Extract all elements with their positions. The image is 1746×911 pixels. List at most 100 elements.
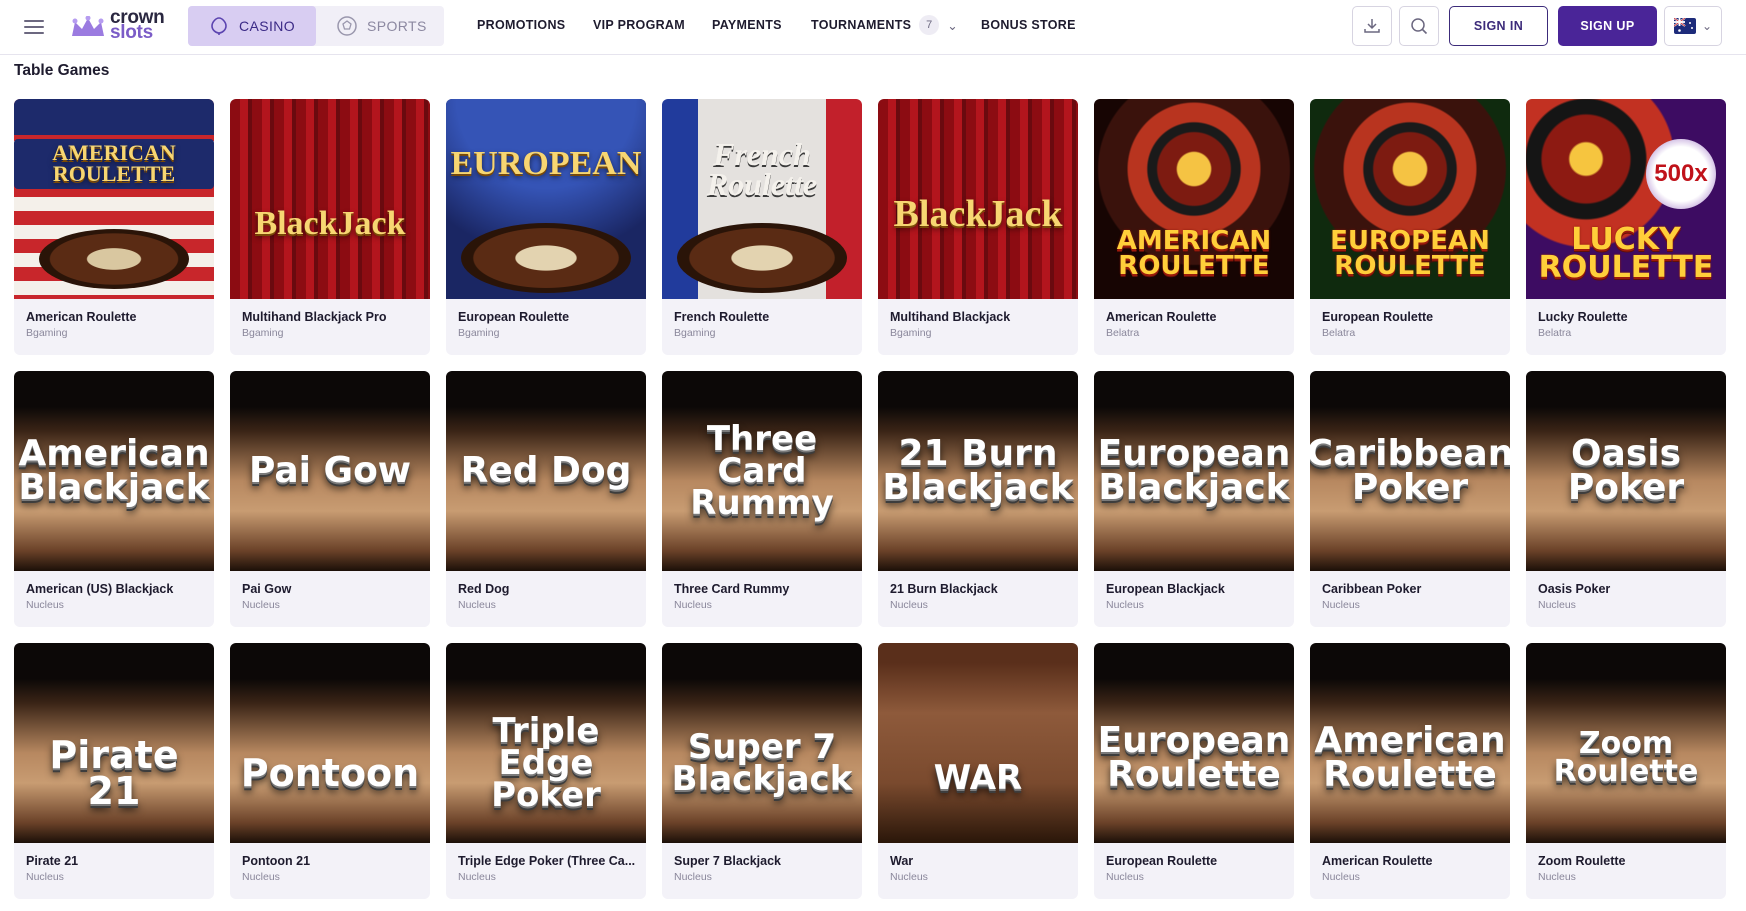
game-thumbnail[interactable]: French Roulette [662, 99, 862, 299]
game-provider: Nucleus [1322, 599, 1360, 611]
game-art-text: AMERICAN ROULETTE [14, 139, 214, 189]
site-logo[interactable]: crown slots [70, 8, 175, 44]
menu-icon[interactable] [22, 16, 46, 38]
game-provider: Nucleus [26, 599, 64, 611]
game-card[interactable]: Triple Edge Poker Triple Edge Poker (Thr… [446, 643, 646, 899]
search-icon [1411, 18, 1428, 35]
game-card[interactable]: BlackJack Multihand Blackjack Bgaming [878, 99, 1078, 355]
game-thumbnail[interactable]: American Roulette [1310, 643, 1510, 843]
game-card[interactable]: AMERICAN ROULETTE American Roulette Bela… [1094, 99, 1294, 355]
game-card[interactable]: Pirate 21 Pirate 21 Nucleus [14, 643, 214, 899]
game-art-text: Pontoon [240, 750, 420, 795]
game-card[interactable]: Zoom Roulette Zoom Roulette Nucleus [1526, 643, 1726, 899]
game-card[interactable]: American Roulette American Roulette Nucl… [1310, 643, 1510, 899]
game-card[interactable]: Caribbean Poker Caribbean Poker Nucleus [1310, 371, 1510, 627]
game-thumbnail[interactable]: American Blackjack [14, 371, 214, 571]
game-name: 21 Burn Blackjack [890, 582, 998, 596]
game-name: Pirate 21 [26, 854, 79, 868]
game-thumbnail[interactable]: BlackJack [230, 99, 430, 299]
game-thumbnail[interactable]: Super 7 Blackjack [662, 643, 862, 843]
game-name: American Roulette [1106, 310, 1217, 324]
game-card[interactable]: Pai Gow Pai Gow Nucleus [230, 371, 430, 627]
logo-text: crown slots [110, 8, 165, 42]
game-name: European Roulette [1106, 854, 1218, 868]
game-provider: Belatra [1538, 327, 1572, 339]
download-button[interactable] [1352, 6, 1392, 46]
nav-promotions[interactable]: PROMOTIONS [477, 0, 565, 50]
game-thumbnail[interactable]: Pai Gow [230, 371, 430, 571]
tab-casino[interactable]: CASINO [188, 6, 316, 46]
nav-vip-program[interactable]: VIP PROGRAM [593, 0, 685, 50]
product-switch: CASINO SPORTS [188, 6, 444, 46]
sign-up-button[interactable]: SIGN UP [1558, 6, 1657, 46]
game-provider: Nucleus [1538, 871, 1576, 883]
game-thumbnail[interactable]: Oasis Poker [1526, 371, 1726, 571]
game-name: War [890, 854, 914, 868]
game-art-text: American Blackjack [18, 432, 210, 508]
game-art-text: Pirate 21 [49, 732, 179, 813]
game-provider: Nucleus [674, 599, 712, 611]
game-thumbnail[interactable]: Caribbean Poker [1310, 371, 1510, 571]
game-thumbnail[interactable]: European Roulette [1094, 643, 1294, 843]
game-card[interactable]: 21 Burn Blackjack 21 Burn Blackjack Nucl… [878, 371, 1078, 627]
game-card[interactable]: EUROPEAN ROULETTE European Roulette Bela… [1310, 99, 1510, 355]
game-provider: Nucleus [242, 871, 280, 883]
game-card[interactable]: European Roulette European Roulette Nucl… [1094, 643, 1294, 899]
game-art-text: Super 7 Blackjack [671, 726, 853, 799]
game-art-text: EUROPEAN [450, 144, 642, 182]
search-button[interactable] [1399, 6, 1439, 46]
game-card[interactable]: WAR War Nucleus [878, 643, 1078, 899]
game-thumbnail[interactable]: Zoom Roulette [1526, 643, 1726, 843]
game-card[interactable]: EUROPEAN European Roulette Bgaming [446, 99, 646, 355]
game-thumbnail[interactable]: BlackJack [878, 99, 1078, 299]
game-card[interactable]: Red Dog Red Dog Nucleus [446, 371, 646, 627]
game-card[interactable]: European Blackjack European Blackjack Nu… [1094, 371, 1294, 627]
tab-sports[interactable]: SPORTS [316, 6, 444, 46]
nav-tournaments[interactable]: TOURNAMENTS 7 ⌄ [811, 0, 958, 50]
game-thumbnail[interactable]: Red Dog [446, 371, 646, 571]
game-card[interactable]: Pontoon Pontoon 21 Nucleus [230, 643, 430, 899]
game-name: European Roulette [1322, 310, 1434, 324]
nav-bonus-store[interactable]: BONUS STORE [981, 0, 1076, 50]
game-name: Three Card Rummy [674, 582, 790, 596]
game-thumbnail[interactable]: 21 Burn Blackjack [878, 371, 1078, 571]
game-name: Red Dog [458, 582, 510, 596]
game-card[interactable]: American Blackjack American (US) Blackja… [14, 371, 214, 627]
game-provider: Bgaming [458, 327, 500, 339]
game-thumbnail[interactable]: AMERICAN ROULETTE [14, 99, 214, 299]
game-provider: Nucleus [1538, 599, 1576, 611]
game-name: European Blackjack [1106, 582, 1225, 596]
game-name: American (US) Blackjack [26, 582, 174, 596]
game-thumbnail[interactable]: AMERICAN ROULETTE [1094, 99, 1294, 299]
game-card[interactable]: Three Card Rummy Three Card Rummy Nucleu… [662, 371, 862, 627]
game-card[interactable]: Oasis Poker Oasis Poker Nucleus [1526, 371, 1726, 627]
game-art-text: EUROPEAN ROULETTE [1330, 226, 1490, 281]
game-thumbnail[interactable]: European Blackjack [1094, 371, 1294, 571]
game-card[interactable]: 500x LUCKY ROULETTE Lucky Roulette Belat… [1526, 99, 1726, 355]
game-thumbnail[interactable]: EUROPEAN [446, 99, 646, 299]
game-card[interactable]: French Roulette French Roulette Bgaming [662, 99, 862, 355]
game-name: Pontoon 21 [242, 854, 311, 868]
game-name: French Roulette [674, 310, 770, 324]
tab-sports-label: SPORTS [367, 18, 427, 34]
game-provider: Nucleus [458, 871, 496, 883]
game-provider: Bgaming [242, 327, 284, 339]
game-card[interactable]: Super 7 Blackjack Super 7 Blackjack Nucl… [662, 643, 862, 899]
game-thumbnail[interactable]: WAR [878, 643, 1078, 843]
game-thumbnail[interactable]: Three Card Rummy [662, 371, 862, 571]
game-thumbnail[interactable]: 500x LUCKY ROULETTE [1526, 99, 1726, 299]
language-selector[interactable]: ⌄ [1664, 6, 1722, 46]
game-thumbnail[interactable]: Pontoon [230, 643, 430, 843]
game-thumbnail[interactable]: Triple Edge Poker [446, 643, 646, 843]
game-provider: Bgaming [674, 327, 716, 339]
sign-in-button[interactable]: SIGN IN [1449, 6, 1548, 46]
game-card[interactable]: AMERICAN ROULETTE American Roulette Bgam… [14, 99, 214, 355]
game-provider: Nucleus [1322, 871, 1360, 883]
game-provider: Nucleus [890, 871, 928, 883]
game-card[interactable]: BlackJack Multihand Blackjack Pro Bgamin… [230, 99, 430, 355]
game-provider: Nucleus [1106, 599, 1144, 611]
soccer-ball-icon [337, 16, 357, 36]
nav-payments[interactable]: PAYMENTS [712, 0, 782, 50]
game-thumbnail[interactable]: EUROPEAN ROULETTE [1310, 99, 1510, 299]
game-thumbnail[interactable]: Pirate 21 [14, 643, 214, 843]
